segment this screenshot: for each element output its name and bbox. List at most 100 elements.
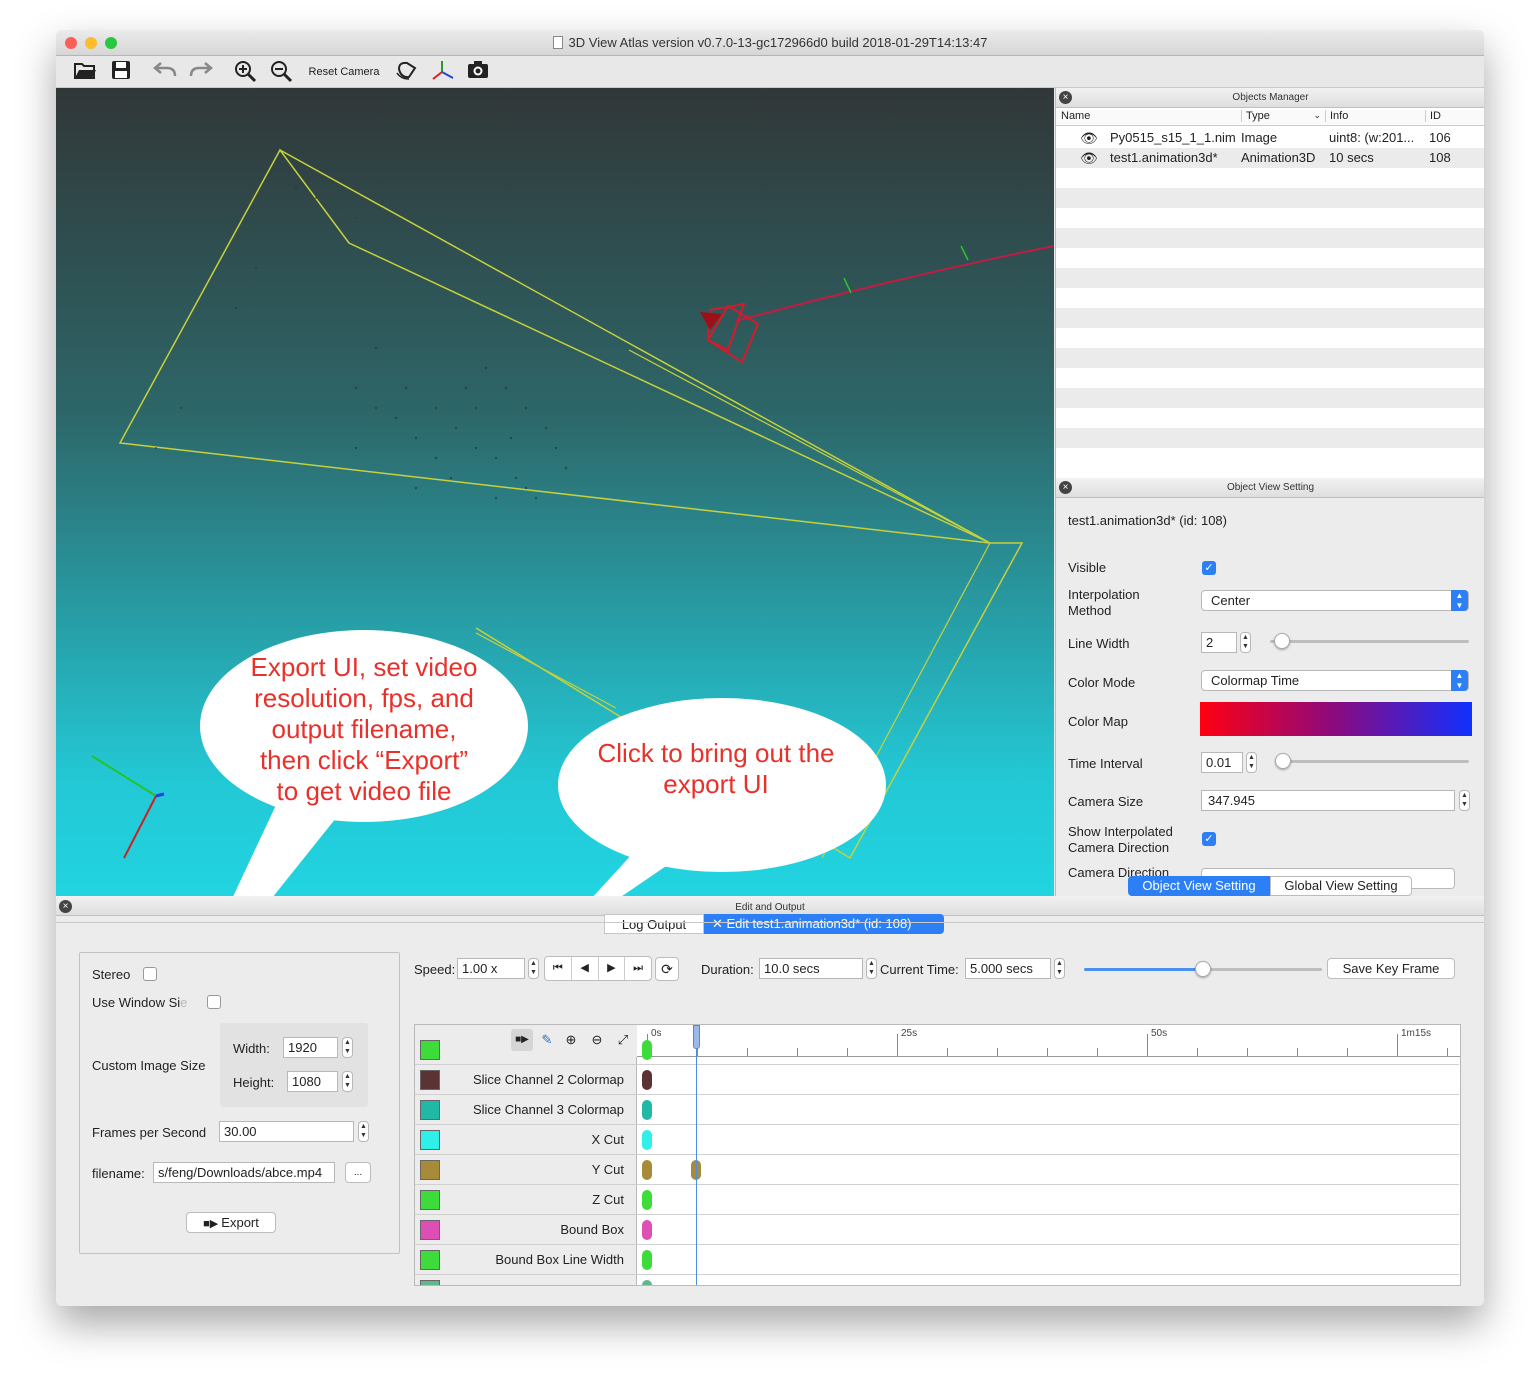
keyframe-marker[interactable] [642, 1160, 652, 1180]
timeline-view[interactable]: ■▶ ✎ ⊕ ⊖ ⤢ 0s 25s 50s 1m15s Slice Channel 2… [414, 1024, 1461, 1286]
track-color-swatch[interactable] [420, 1070, 440, 1090]
camera-size-input[interactable]: 347.945 [1201, 790, 1455, 811]
keyframe-marker[interactable] [642, 1130, 652, 1150]
redo-icon[interactable] [188, 59, 214, 85]
skip-end-icon[interactable]: ⏭ [625, 957, 651, 980]
close-panel-icon[interactable]: × [1059, 481, 1072, 494]
color-mode-select[interactable]: Colormap Time ▲ ▼ [1201, 670, 1469, 691]
track-row[interactable]: Y Cut [415, 1155, 1459, 1185]
track-row[interactable] [415, 1275, 1459, 1285]
close-panel-icon[interactable]: × [1059, 91, 1072, 104]
track-row[interactable]: Bound Box Line Width [415, 1245, 1459, 1275]
width-input[interactable]: 1920 [283, 1037, 338, 1058]
fps-input[interactable]: 30.00 [219, 1121, 354, 1142]
keyframe-marker[interactable] [642, 1220, 652, 1240]
time-slider-track[interactable] [1203, 968, 1322, 971]
maximize-window-button[interactable] [105, 37, 117, 49]
visible-checkbox[interactable]: ✓ [1202, 561, 1216, 575]
height-input[interactable]: 1080 [287, 1071, 338, 1092]
table-row[interactable]: 👁 test1.animation3d* Animation3D 10 secs… [1056, 148, 1484, 168]
line-width-slider-track[interactable] [1270, 640, 1469, 643]
skip-start-icon[interactable]: ⏮ [545, 957, 572, 980]
minimize-window-button[interactable] [85, 37, 97, 49]
axes-icon[interactable] [430, 59, 456, 85]
keyframe-marker[interactable] [642, 1070, 652, 1090]
reset-camera-button[interactable]: Reset Camera [304, 59, 384, 85]
undo-icon[interactable] [152, 59, 178, 85]
current-time-stepper[interactable]: ▲ ▼ [1054, 958, 1065, 979]
show-interpolated-checkbox[interactable]: ✓ [1202, 832, 1216, 846]
keyframe-marker[interactable] [642, 1100, 652, 1120]
duration-stepper[interactable]: ▲ ▼ [866, 958, 877, 979]
rotate-icon[interactable] [394, 59, 420, 85]
keyframe-marker[interactable] [642, 1040, 652, 1060]
filename-input[interactable]: s/feng/Downloads/abce.mp4 [153, 1162, 335, 1183]
track-color-swatch[interactable] [420, 1190, 440, 1210]
use-window-size-checkbox[interactable] [207, 995, 221, 1009]
track-row[interactable]: Slice Channel 2 Colormap [415, 1065, 1459, 1095]
time-slider-fill[interactable] [1084, 968, 1203, 971]
step-back-icon[interactable]: ◀ [572, 957, 599, 980]
playhead-handle[interactable] [693, 1025, 700, 1049]
browse-button[interactable]: ... [345, 1162, 371, 1183]
time-interval-slider-knob[interactable] [1275, 753, 1291, 769]
width-stepper[interactable]: ▲ ▼ [342, 1037, 353, 1058]
track-row[interactable]: Z Cut [415, 1185, 1459, 1215]
stereo-checkbox[interactable] [143, 967, 157, 981]
fps-stepper[interactable]: ▲ ▼ [358, 1121, 369, 1142]
3d-viewport[interactable]: Export UI, set video resolution, fps, an… [56, 88, 1054, 896]
close-panel-icon[interactable]: × [59, 900, 72, 913]
track-color-swatch[interactable] [420, 1280, 440, 1285]
time-interval-input[interactable]: 0.01 [1201, 752, 1243, 773]
line-width-input[interactable]: 2 [1201, 632, 1237, 653]
tab-edit-animation[interactable]: ✕ Edit test1.animation3d* (id: 108) [704, 914, 944, 934]
color-map-swatch[interactable] [1200, 702, 1472, 736]
col-name[interactable]: Name [1061, 110, 1090, 122]
track-row[interactable]: Bound Box [415, 1215, 1459, 1245]
close-window-button[interactable] [65, 37, 77, 49]
zoom-in-icon[interactable] [232, 59, 258, 85]
loop-icon[interactable]: ⟳ [655, 957, 679, 981]
col-info[interactable]: Info [1325, 110, 1348, 122]
time-interval-stepper[interactable]: ▲ ▼ [1246, 752, 1257, 773]
duration-input[interactable]: 10.0 secs [759, 958, 863, 979]
track-color-swatch[interactable] [420, 1040, 440, 1060]
track-color-swatch[interactable] [420, 1220, 440, 1240]
keyframe-marker[interactable] [642, 1280, 652, 1285]
play-icon[interactable]: ▶ [599, 957, 626, 980]
line-width-stepper[interactable]: ▲ ▼ [1240, 632, 1251, 653]
track-color-swatch[interactable] [420, 1130, 440, 1150]
close-tab-icon[interactable]: ✕ [712, 916, 727, 931]
tab-object-view-setting[interactable]: Object View Setting [1128, 876, 1270, 896]
tab-log-output[interactable]: Log Output [604, 914, 704, 934]
save-key-frame-button[interactable]: Save Key Frame [1327, 958, 1455, 979]
export-button[interactable]: ■▶ Export [186, 1212, 276, 1233]
track-color-swatch[interactable] [420, 1250, 440, 1270]
track-row[interactable]: Slice Channel 3 Colormap [415, 1095, 1459, 1125]
col-type[interactable]: Type ⌄ [1241, 110, 1325, 122]
track-color-swatch[interactable] [420, 1100, 440, 1120]
table-row[interactable]: 👁 Py0515_s15_1_1.nim Image uint8: (w:201… [1056, 128, 1484, 148]
tab-global-view-setting[interactable]: Global View Setting [1270, 876, 1412, 896]
camera-size-stepper[interactable]: ▲ ▼ [1459, 790, 1470, 811]
zoom-out-icon[interactable] [268, 59, 294, 85]
keyframe-marker[interactable] [642, 1190, 652, 1210]
height-stepper[interactable]: ▲ ▼ [342, 1071, 353, 1092]
save-icon[interactable] [108, 59, 134, 85]
open-folder-icon[interactable] [72, 59, 98, 85]
line-width-slider-knob[interactable] [1273, 633, 1290, 649]
camera-snapshot-icon[interactable] [465, 59, 491, 85]
track-row[interactable] [415, 1035, 1459, 1065]
speed-stepper[interactable]: ▲ ▼ [528, 958, 539, 979]
time-slider-knob[interactable] [1195, 961, 1211, 977]
keyframe-marker[interactable] [642, 1250, 652, 1270]
eye-icon[interactable]: 👁 [1080, 128, 1098, 148]
speed-input[interactable]: 1.00 x [457, 958, 525, 979]
track-row[interactable]: X Cut [415, 1125, 1459, 1155]
interpolation-method-select[interactable]: Center ▲ ▼ [1201, 590, 1469, 611]
time-interval-slider-track[interactable] [1275, 760, 1469, 763]
track-color-swatch[interactable] [420, 1160, 440, 1180]
eye-icon[interactable]: 👁 [1080, 148, 1098, 168]
col-id[interactable]: ID [1425, 110, 1441, 122]
current-time-input[interactable]: 5.000 secs [965, 958, 1051, 979]
